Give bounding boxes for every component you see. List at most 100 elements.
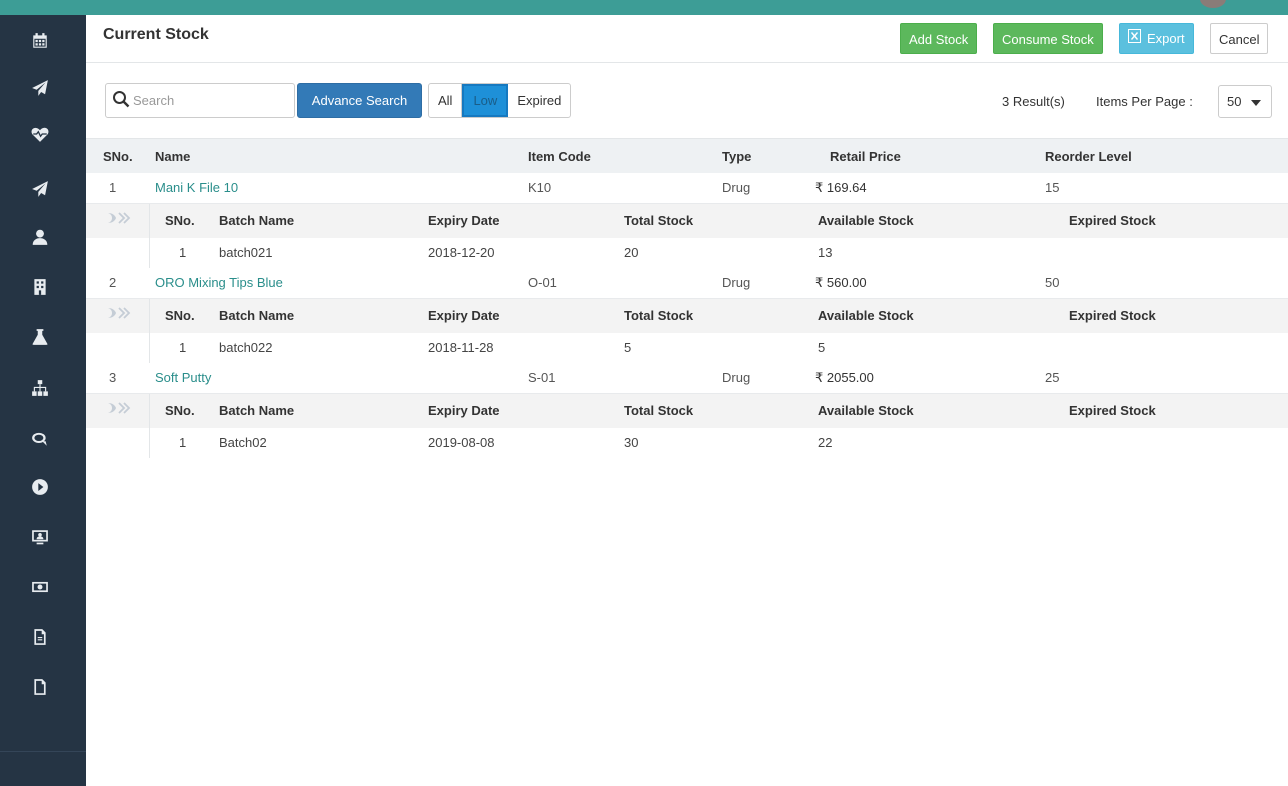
item-sno: 3 bbox=[109, 370, 117, 385]
col-item-code[interactable]: Item Code bbox=[528, 149, 591, 164]
sidebar bbox=[0, 15, 86, 786]
results-count: 3 Result(s) bbox=[1002, 94, 1065, 109]
search-input[interactable] bbox=[133, 93, 283, 108]
batch-row: 1 batch022 2018-11-28 5 5 bbox=[86, 333, 1288, 363]
calendar-icon[interactable] bbox=[28, 29, 52, 53]
user-icon[interactable] bbox=[28, 225, 52, 249]
item-name-link[interactable]: ORO Mixing Tips Blue bbox=[155, 275, 283, 290]
batch-col-name: Batch Name bbox=[219, 403, 295, 418]
batch-col-sno: SNo. bbox=[165, 403, 195, 418]
table-row: 3 Soft Putty S-01 Drug ₹ 2055.00 25 bbox=[86, 363, 1288, 394]
table-row: 1 Mani K File 10 K10 Drug ₹ 169.64 15 bbox=[86, 173, 1288, 204]
monitor-user-icon[interactable] bbox=[28, 525, 52, 549]
batch-available-stock: 5 bbox=[818, 340, 826, 355]
batch-row: 1 Batch02 2019-08-08 30 22 bbox=[86, 428, 1288, 458]
batch-col-available-stock: Available Stock bbox=[818, 213, 914, 228]
export-label: Export bbox=[1147, 31, 1185, 46]
filter-expired[interactable]: Expired bbox=[508, 84, 570, 117]
batch-header-row: SNo. Batch Name Expiry Date Total Stock Avai… bbox=[86, 204, 1288, 268]
export-button[interactable]: Export bbox=[1119, 23, 1194, 54]
batch-col-total-stock: Total Stock bbox=[624, 403, 694, 418]
forward-arrow-icon bbox=[106, 400, 132, 416]
table-row: 2 ORO Mixing Tips Blue O-01 Drug ₹ 560.00 50 bbox=[86, 268, 1288, 299]
batch-header-row: SNo. Batch Name Expiry Date Total Stock Avai… bbox=[86, 394, 1288, 458]
batch-col-expiry: Expiry Date bbox=[428, 213, 500, 228]
avatar[interactable] bbox=[1200, 0, 1226, 8]
batch-expiry-date: 2018-11-28 bbox=[428, 340, 494, 355]
document-icon[interactable] bbox=[28, 625, 52, 649]
sidebar-divider bbox=[0, 751, 86, 752]
item-sno: 2 bbox=[109, 275, 117, 290]
forward-arrow-icon bbox=[106, 305, 132, 321]
item-type: Drug bbox=[722, 180, 751, 195]
item-type: Drug bbox=[722, 275, 751, 290]
items-per-page-value: 50 bbox=[1227, 94, 1242, 109]
item-name-link[interactable]: Soft Putty bbox=[155, 370, 211, 385]
toolbar: Advance Search All Low Expired 3 Result(… bbox=[86, 63, 1288, 138]
paper-plane-icon[interactable] bbox=[28, 177, 52, 201]
item-retail-price: ₹ 560.00 bbox=[815, 275, 867, 290]
stock-filter-group: All Low Expired bbox=[428, 83, 572, 118]
batch-col-available-stock: Available Stock bbox=[818, 308, 914, 323]
top-accent-bar bbox=[0, 0, 1288, 15]
item-retail-price: ₹ 169.64 bbox=[815, 180, 867, 195]
batch-total-stock: 5 bbox=[624, 340, 632, 355]
excel-icon bbox=[1128, 23, 1141, 54]
batch-col-expiry: Expiry Date bbox=[428, 403, 500, 418]
batch-col-total-stock: Total Stock bbox=[624, 308, 694, 323]
cancel-button[interactable]: Cancel bbox=[1210, 23, 1269, 54]
heartbeat-icon[interactable] bbox=[28, 122, 52, 146]
item-reorder-level: 25 bbox=[1045, 370, 1060, 385]
item-type: Drug bbox=[722, 370, 751, 385]
batch-available-stock: 22 bbox=[818, 435, 833, 450]
batch-row: 1 batch021 2018-12-20 20 13 bbox=[86, 238, 1288, 268]
sitemap-icon[interactable] bbox=[28, 376, 52, 400]
batch-col-expired-stock: Expired Stock bbox=[1069, 403, 1156, 418]
play-circle-icon[interactable] bbox=[28, 475, 52, 499]
batch-header-row: SNo. Batch Name Expiry Date Total Stock Avai… bbox=[86, 299, 1288, 363]
batch-col-available-stock: Available Stock bbox=[818, 403, 914, 418]
batch-name: batch022 bbox=[219, 340, 273, 355]
batch-sno: 1 bbox=[179, 340, 187, 355]
col-retail-price[interactable]: Retail Price bbox=[830, 149, 901, 164]
filter-all[interactable]: All bbox=[429, 84, 463, 117]
batch-total-stock: 20 bbox=[624, 245, 639, 260]
col-name[interactable]: Name bbox=[155, 149, 190, 164]
search-box[interactable] bbox=[105, 83, 295, 118]
money-icon[interactable] bbox=[28, 575, 52, 599]
batch-col-sno: SNo. bbox=[165, 308, 195, 323]
batch-total-stock: 30 bbox=[624, 435, 639, 450]
add-stock-button[interactable]: Add Stock bbox=[900, 23, 978, 54]
filter-low[interactable]: Low bbox=[462, 84, 509, 117]
batch-expiry-date: 2018-12-20 bbox=[428, 245, 495, 260]
batch-available-stock: 13 bbox=[818, 245, 833, 260]
batch-col-expiry: Expiry Date bbox=[428, 308, 500, 323]
col-reorder-level[interactable]: Reorder Level bbox=[1045, 149, 1132, 164]
items-per-page-select[interactable]: 50 bbox=[1218, 85, 1272, 118]
col-type[interactable]: Type bbox=[722, 149, 751, 164]
flask-icon[interactable] bbox=[28, 325, 52, 349]
batch-sno: 1 bbox=[179, 245, 187, 260]
caret-down-icon bbox=[1251, 94, 1262, 109]
advance-search-button[interactable]: Advance Search bbox=[297, 83, 422, 118]
item-code: K10 bbox=[528, 180, 552, 195]
batch-col-total-stock: Total Stock bbox=[624, 213, 694, 228]
file-icon[interactable] bbox=[28, 675, 52, 699]
comments-icon[interactable] bbox=[28, 427, 52, 451]
item-sno: 1 bbox=[109, 180, 117, 195]
batch-name: batch021 bbox=[219, 245, 273, 260]
item-name-link[interactable]: Mani K File 10 bbox=[155, 180, 238, 195]
item-reorder-level: 50 bbox=[1045, 275, 1060, 290]
building-icon[interactable] bbox=[28, 275, 52, 299]
item-reorder-level: 15 bbox=[1045, 180, 1060, 195]
batch-sno: 1 bbox=[179, 435, 187, 450]
items-per-page-label: Items Per Page : bbox=[1096, 94, 1193, 109]
item-retail-price: ₹ 2055.00 bbox=[815, 370, 874, 385]
batch-col-expired-stock: Expired Stock bbox=[1069, 213, 1156, 228]
batch-name: Batch02 bbox=[219, 435, 267, 450]
col-sno[interactable]: SNo. bbox=[103, 149, 133, 164]
batch-col-sno: SNo. bbox=[165, 213, 195, 228]
batch-col-name: Batch Name bbox=[219, 308, 295, 323]
paper-plane-icon[interactable] bbox=[28, 76, 52, 100]
consume-stock-button[interactable]: Consume Stock bbox=[993, 23, 1103, 54]
